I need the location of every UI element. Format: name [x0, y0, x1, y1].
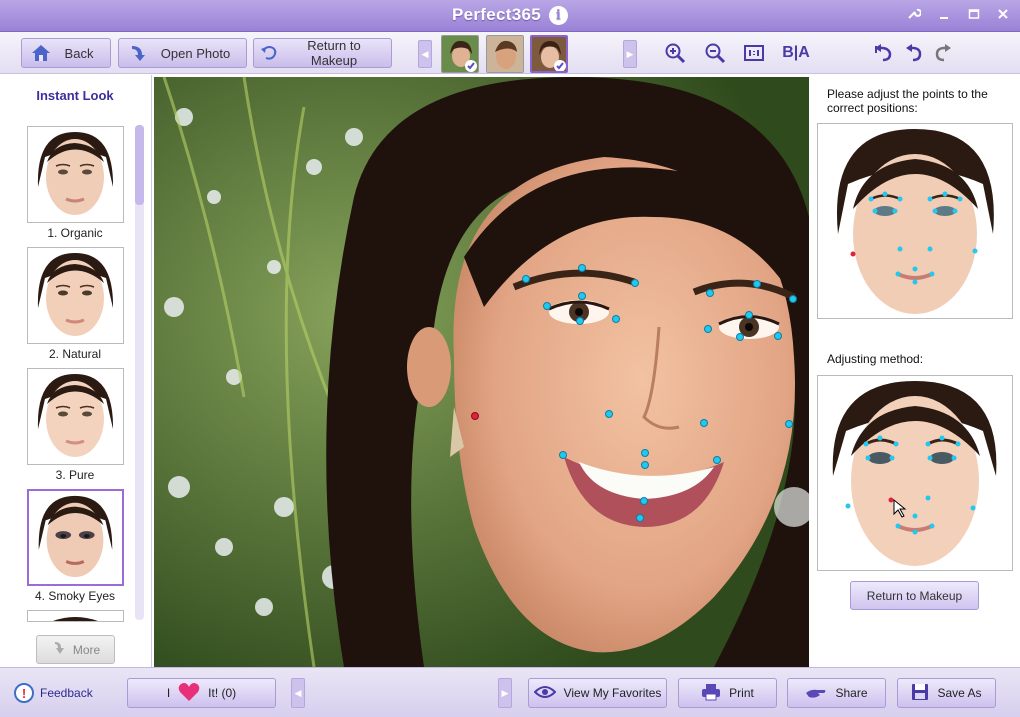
face-point[interactable]: [522, 275, 530, 283]
face-point[interactable]: [576, 317, 584, 325]
face-point[interactable]: [745, 311, 753, 319]
open-photo-button[interactable]: Open Photo: [118, 38, 247, 68]
makeup-return-icon: [257, 42, 283, 64]
actual-size-icon[interactable]: [742, 42, 766, 64]
more-looks-button[interactable]: More: [36, 635, 115, 664]
undo-all-icon[interactable]: [872, 42, 896, 64]
print-button[interactable]: Print: [678, 678, 777, 708]
feedback-link[interactable]: ! Feedback: [14, 683, 93, 703]
look-label: 1. Organic: [47, 226, 103, 240]
face-point[interactable]: [704, 325, 712, 333]
adjust-points-panel: Please adjust the points to the correct …: [810, 75, 1020, 667]
return-to-makeup-button[interactable]: Return to Makeup: [253, 38, 392, 68]
zoom-out-icon[interactable]: [703, 42, 727, 64]
close-icon[interactable]: [993, 6, 1013, 24]
instruction-text-2: correct positions:: [827, 101, 918, 115]
look-label: 2. Natural: [48, 347, 102, 361]
view-my-favorites-button[interactable]: View My Favorites: [528, 678, 667, 708]
printer-icon: [701, 683, 721, 704]
face-point[interactable]: [636, 514, 644, 522]
photo-thumbnail-1[interactable]: [441, 35, 479, 73]
settings-wrench-icon[interactable]: [904, 6, 924, 24]
adjusting-method-label: Adjusting method:: [827, 352, 924, 366]
home-icon: [28, 42, 54, 64]
face-point[interactable]: [641, 461, 649, 469]
thumbnail-prev-arrow[interactable]: ◀: [418, 40, 432, 68]
favorites-next-arrow[interactable]: ▶: [498, 678, 512, 708]
save-as-button[interactable]: Save As: [897, 678, 996, 708]
face-point[interactable]: [789, 295, 797, 303]
adjusting-method-image: [817, 375, 1013, 571]
pointer-hand-icon: [51, 640, 67, 659]
look-label: 4. Smoky Eyes: [34, 589, 116, 603]
face-point[interactable]: [785, 420, 793, 428]
instant-look-panel: Instant Look 1. Organic 2. Natural 3. Pu…: [0, 75, 152, 667]
zoom-in-icon[interactable]: [663, 42, 687, 64]
look-label: 3. Pure: [55, 468, 95, 482]
face-point[interactable]: [559, 451, 567, 459]
face-point[interactable]: [700, 419, 708, 427]
toolbar: Back Open Photo Return to Makeup ◀ ▶ B|A: [0, 32, 1020, 74]
bottom-bar: ! Feedback I It! (0) ◀ ▶ View My Favorit…: [0, 667, 1020, 717]
maximize-icon[interactable]: [964, 6, 984, 24]
open-arrow-icon: [125, 42, 151, 64]
face-point[interactable]: [578, 264, 586, 272]
face-point[interactable]: [605, 410, 613, 418]
look-thumbnail-natural[interactable]: [27, 247, 124, 344]
share-button[interactable]: Share: [787, 678, 886, 708]
photo-thumbnail-2[interactable]: [486, 35, 524, 73]
face-point[interactable]: [612, 315, 620, 323]
redo-icon[interactable]: [931, 42, 955, 64]
face-point-selected[interactable]: [471, 412, 479, 420]
look-thumbnail-smoky-eyes[interactable]: [27, 489, 124, 586]
back-button[interactable]: Back: [21, 38, 111, 68]
heart-icon: [178, 682, 200, 705]
face-point[interactable]: [713, 456, 721, 464]
photo-canvas[interactable]: [154, 77, 809, 667]
favorites-prev-arrow[interactable]: ◀: [291, 678, 305, 708]
face-point[interactable]: [753, 280, 761, 288]
look-thumbnail-partial[interactable]: [27, 610, 124, 622]
undo-icon[interactable]: [902, 42, 926, 64]
look-thumbnail-organic[interactable]: [27, 126, 124, 223]
scrollbar-thumb[interactable]: [135, 125, 144, 205]
floppy-disk-icon: [911, 683, 929, 704]
looks-scrollbar[interactable]: [135, 125, 144, 620]
face-point[interactable]: [578, 292, 586, 300]
instant-look-heading: Instant Look: [36, 88, 114, 103]
face-point[interactable]: [736, 333, 744, 341]
face-point[interactable]: [706, 289, 714, 297]
photo-thumbnail-3-selected[interactable]: [530, 35, 568, 73]
portrait-photo: [154, 77, 809, 667]
share-hand-icon: [805, 683, 827, 704]
face-point[interactable]: [631, 279, 639, 287]
look-thumbnail-pure[interactable]: [27, 368, 124, 465]
thumbnail-next-arrow[interactable]: ▶: [623, 40, 637, 68]
title-bar: Perfect365 i: [0, 0, 1020, 32]
return-to-makeup-panel-button[interactable]: Return to Makeup: [850, 581, 979, 610]
face-point[interactable]: [774, 332, 782, 340]
minimize-icon[interactable]: [934, 6, 954, 24]
eye-icon: [533, 685, 557, 702]
face-point[interactable]: [543, 302, 551, 310]
info-icon[interactable]: i: [549, 5, 568, 25]
before-after-toggle[interactable]: B|A: [780, 42, 812, 64]
face-point[interactable]: [640, 497, 648, 505]
face-point[interactable]: [641, 449, 649, 457]
app-title: Perfect365: [451, 5, 541, 24]
i-love-it-button[interactable]: I It! (0): [127, 678, 276, 708]
feedback-icon: !: [14, 683, 34, 703]
instruction-text: Please adjust the points to the: [827, 87, 988, 101]
reference-face-image: [817, 123, 1013, 319]
